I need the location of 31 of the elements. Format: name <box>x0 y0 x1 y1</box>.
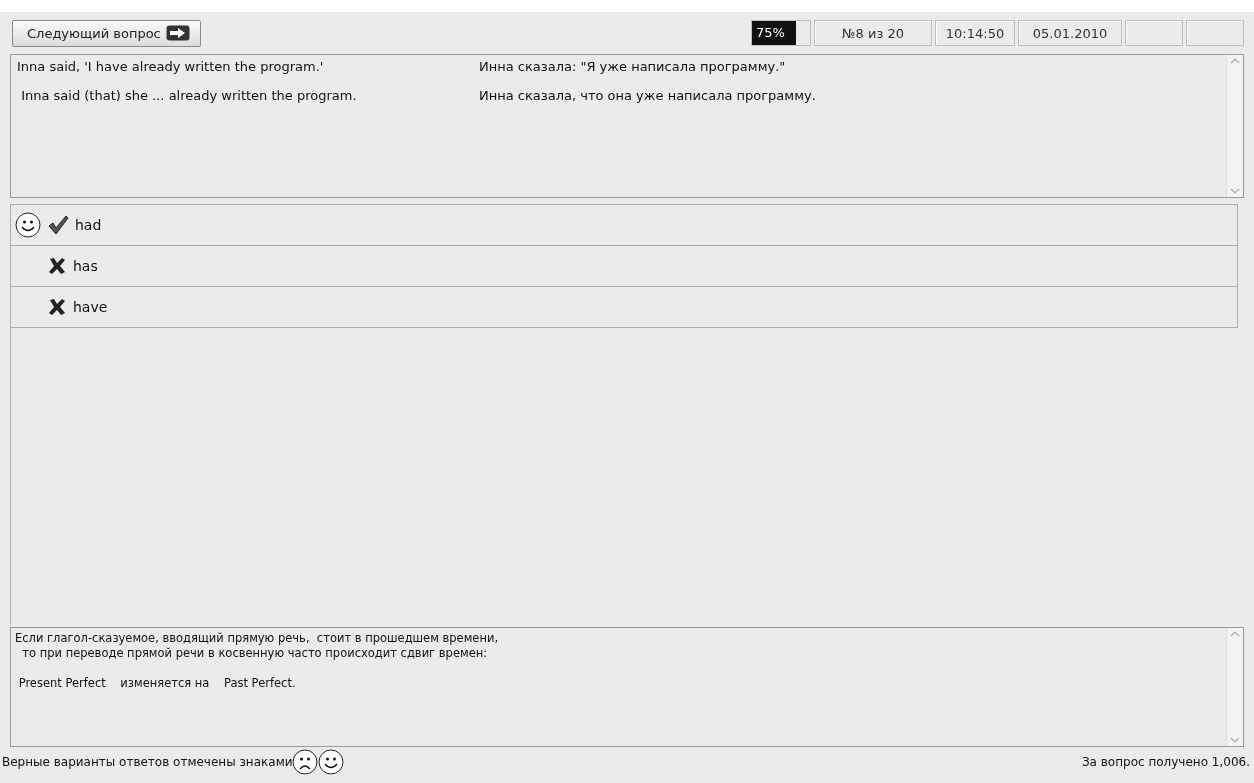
time-display: 10:14:50 <box>935 20 1015 46</box>
sad-face-icon <box>292 749 319 775</box>
scroll-up-icon[interactable] <box>1230 630 1240 638</box>
score-text: За вопрос получено 1,006. <box>1081 755 1250 769</box>
answer-row[interactable]: has <box>11 246 1238 287</box>
legend-text: Верные варианты ответов отмечены знаками <box>2 755 293 769</box>
answer-row[interactable]: had <box>11 205 1238 246</box>
scroll-down-icon[interactable] <box>1230 736 1240 744</box>
next-question-button[interactable]: Следующий вопрос <box>12 19 201 47</box>
english-sentence: Inna said, 'I have already written the program.' <box>17 59 325 74</box>
answer-text: had <box>75 217 102 233</box>
scrollbar[interactable] <box>1226 628 1243 746</box>
progress-label: 75% <box>756 25 785 40</box>
status-cell <box>1125 20 1183 46</box>
answer-text: have <box>73 299 108 315</box>
russian-sentence: Инна сказала: "Я уже написала программу." <box>479 59 786 74</box>
scrollbar[interactable] <box>1226 55 1243 197</box>
hint-example: Present Perfect изменяется на Past Perfect. <box>17 676 297 691</box>
question-counter: №8 из 20 <box>814 20 932 46</box>
english-sentence: Inna said (that) she ... already written the program. <box>20 88 358 103</box>
answer-row[interactable]: have <box>11 287 1238 328</box>
hint-text: то при переводе прямой речи в косвенную часто происходит сдвиг времен: <box>21 646 489 661</box>
status-cell <box>1186 20 1244 46</box>
smiley-icon <box>318 749 345 775</box>
russian-sentence: Инна сказала, что она уже написала программу. <box>479 88 816 103</box>
hint-text: Если глагол-сказуемое, вводящий прямую речь, стоит в прошедшем времени, <box>15 631 500 646</box>
answer-text: has <box>73 258 98 274</box>
arrow-right-icon <box>165 25 190 41</box>
scroll-up-icon[interactable] <box>1230 57 1240 65</box>
scroll-down-icon[interactable] <box>1230 187 1240 195</box>
date-display: 05.01.2010 <box>1018 20 1122 46</box>
